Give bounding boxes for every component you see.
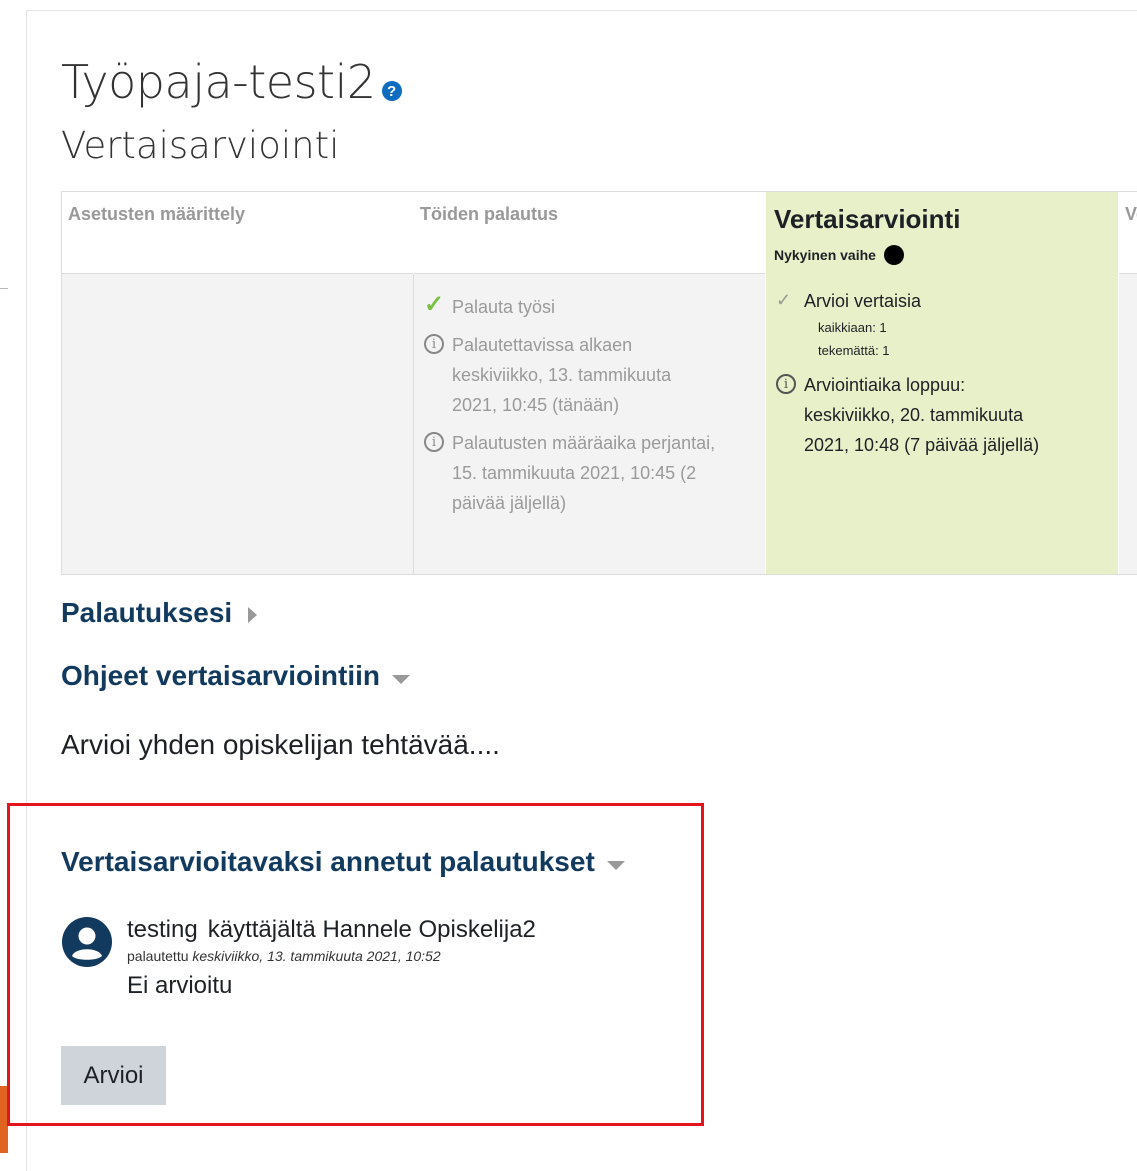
task-text: Arviointiaika loppuu: keskiviikko, 20. t… [804,375,1040,455]
phase-body [1119,274,1137,574]
page-title: Työpaja-testi2 [61,55,376,109]
check-icon: ✓ [424,291,445,318]
current-phase-label: Nykyinen vaihe [774,247,876,263]
info-icon: i [424,334,444,354]
task-text: Arvioi vertaisia [804,291,922,311]
section-title: Ohjeet vertaisarviointiin [61,660,380,691]
submission-title-link[interactable]: testing [127,916,198,943]
instructions-text: Arvioi yhden opiskelijan tehtävää.... [61,729,500,760]
section-title: Vertaisarvioitavaksi annetut palautukset [61,846,595,877]
task-text: Palautusten määräaika perjantai, 15. tam… [452,433,716,513]
left-divider [0,288,8,289]
phase-title: Töiden palautus [420,204,559,224]
task-item: i Arviointiaika loppuu: keskiviikko, 20.… [776,370,1108,460]
page-header: Työpaja-testi2 ? [61,52,402,112]
caret-down-icon [606,860,625,870]
user-avatar-icon [61,916,113,968]
phase-assessment-current: Vertaisarviointi Nykyinen vaihe ✓ Arvioi… [766,192,1118,574]
task-item: i Palautusten määräaika perjantai, 15. t… [424,428,755,518]
section-title: Palautuksesi [61,597,233,628]
caret-down-icon [392,674,410,684]
current-phase-indicator: Nykyinen vaihe [774,245,1110,265]
info-icon: i [776,374,796,394]
task-item: ✓ Arvioi vertaisia kaikkiaan: 1 tekemätt… [776,286,1108,362]
assigned-submission: testing käyttäjältä Hannele Opiskelija2 p… [61,916,536,1000]
task-item: i Palautettavissa alkaen keskiviikko, 13… [424,330,755,420]
help-icon[interactable]: ? [381,81,402,101]
submission-author: käyttäjältä Hannele Opiskelija2 [207,916,536,943]
phase-setup: Asetusten määrittely [62,192,413,574]
page-subtitle: Vertaisarviointi [61,124,340,167]
info-icon: i [424,432,444,452]
grading-status: Ei arvioitu [127,972,233,999]
todo-icon: ✓ [776,290,792,310]
section-instructions-toggle[interactable]: Ohjeet vertaisarviointiin [61,660,410,692]
phase-title: Vertaisarviointi [774,204,961,234]
assess-button[interactable]: Arvioi [61,1046,166,1105]
phases-table: Asetusten määrittely Töiden palautus ✓ P… [61,191,1137,575]
phase-body [62,274,413,574]
phase-body: ✓ Palauta työsi i Palautettavissa alkaen… [414,274,765,574]
submission-meta: palautettu keskiviikko, 13. tammikuuta 2… [127,948,536,964]
task-text: Palautettavissa alkaen keskiviikko, 13. … [452,335,672,415]
phase-evaluation: Ve [1119,192,1137,574]
current-phase-dot-icon [883,245,904,265]
phase-submission: Töiden palautus ✓ Palauta työsi i Palaut… [414,192,765,574]
section-assigned-toggle[interactable]: Vertaisarvioitavaksi annetut palautukset [61,846,625,878]
phase-title: Asetusten määrittely [68,204,246,224]
submitted-label: palautettu [127,948,189,964]
section-submissions-toggle[interactable]: Palautuksesi [61,597,258,629]
phase-title: Ve [1125,204,1137,224]
phase-body: ✓ Arvioi vertaisia kaikkiaan: 1 tekemätt… [766,274,1118,574]
task-detail: tekemättä: 1 [818,343,890,358]
task-detail: kaikkiaan: 1 [818,320,887,335]
task-item: ✓ Palauta työsi [424,292,755,322]
caret-right-icon [248,607,258,623]
task-text: Palauta työsi [452,297,556,317]
submitted-date: keskiviikko, 13. tammikuuta 2021, 10:52 [192,948,441,964]
